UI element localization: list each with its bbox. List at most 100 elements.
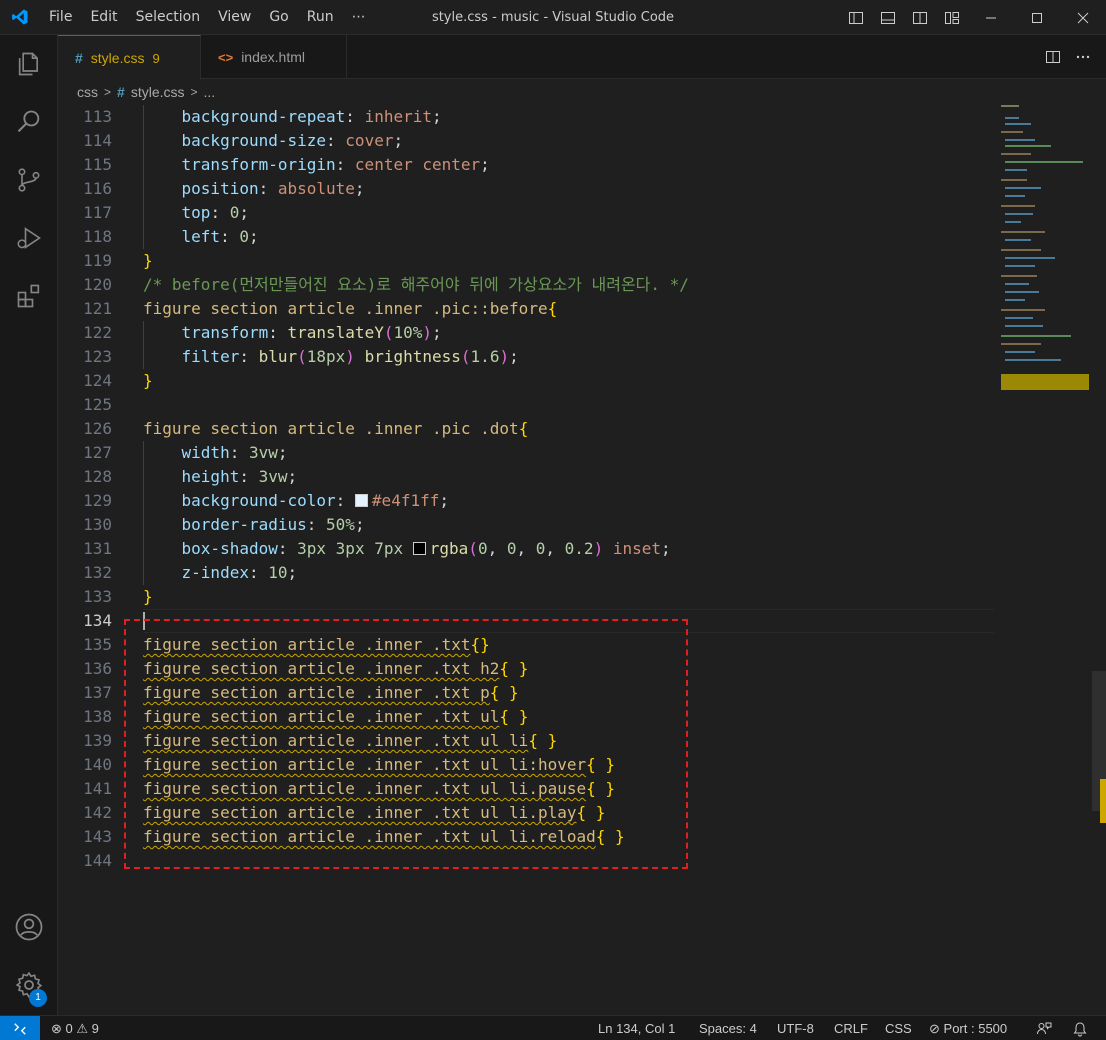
minimap-line (1001, 179, 1027, 181)
tab-index-html[interactable]: <> index.html (201, 35, 347, 79)
breadcrumb-folder[interactable]: css (77, 84, 98, 100)
maximize-icon[interactable] (1014, 0, 1060, 35)
settings-badge: 1 (29, 989, 47, 1007)
explorer-icon[interactable] (0, 39, 58, 89)
live-server-port[interactable]: ⊘ Port : 5500 (929, 1016, 1007, 1040)
minimap-line (1005, 145, 1051, 147)
line-number: 125 (83, 395, 112, 414)
color-swatch[interactable] (412, 542, 426, 555)
close-window-icon[interactable] (1060, 0, 1106, 35)
menu-file[interactable]: File (40, 0, 81, 35)
account-icon[interactable] (0, 902, 58, 952)
minimap-line (1005, 257, 1055, 259)
line-ending[interactable]: CRLF (834, 1016, 868, 1040)
no-entry-icon: ⊘ (929, 1021, 940, 1036)
run-debug-icon[interactable] (0, 213, 58, 263)
minimap-line (1005, 169, 1027, 171)
code-text: box-shadow: 3px 3px 7px rgba(0, 0, 0, 0.… (181, 539, 671, 558)
code-line: 130 border-radius: 50%; (58, 513, 994, 537)
code-text: figure section article .inner .pic .dot{ (143, 419, 529, 438)
code-text: transform-origin: center center; (181, 155, 490, 174)
encoding[interactable]: UTF-8 (777, 1016, 814, 1040)
customize-layout-icon[interactable] (936, 0, 968, 35)
status-bar: ⊗ 0 ⚠ 9 Ln 134, Col 1 Spaces: 4 UTF-8 CR… (0, 1015, 1106, 1040)
html-file-icon: <> (218, 49, 234, 65)
code-line: 117 top: 0; (58, 201, 994, 225)
code-line: 127 width: 3vw; (58, 441, 994, 465)
minimap-line (1001, 249, 1041, 251)
split-editor-icon[interactable] (1038, 35, 1068, 79)
code-text: top: 0; (181, 203, 249, 222)
notifications-bell-icon[interactable] (1072, 1020, 1088, 1037)
minimap-line (1005, 291, 1039, 293)
chevron-right-icon: > (190, 85, 198, 99)
code-text: figure section article .inner .pic::befo… (143, 299, 558, 318)
line-number: 140 (83, 755, 112, 774)
menu-go[interactable]: Go (260, 0, 297, 35)
breadcrumb-symbol[interactable]: ... (204, 84, 216, 100)
minimap-line (1005, 351, 1035, 353)
color-swatch[interactable] (354, 494, 368, 507)
line-number: 135 (83, 635, 112, 654)
tab-label: index.html (241, 49, 305, 65)
code-text: } (143, 371, 153, 390)
title-controls (840, 0, 1106, 35)
breadcrumb-file[interactable]: style.css (131, 84, 185, 100)
line-number: 126 (83, 419, 112, 438)
breadcrumb: css > # style.css > ... (58, 79, 1106, 105)
minimap[interactable] (1001, 105, 1093, 405)
minimap-line (1005, 325, 1043, 327)
line-number: 124 (83, 371, 112, 390)
code-line: 123 filter: blur(18px) brightness(1.6); (58, 345, 994, 369)
language-mode[interactable]: CSS (885, 1016, 912, 1040)
code-line: 126 figure section article .inner .pic .d… (58, 417, 994, 441)
menu-selection[interactable]: Selection (127, 0, 210, 35)
menu-run[interactable]: Run (298, 0, 343, 35)
error-count: 0 (65, 1021, 73, 1036)
code-line: 114 background-size: cover; (58, 129, 994, 153)
menu-view[interactable]: View (209, 0, 260, 35)
line-number: 141 (83, 779, 112, 798)
indentation[interactable]: Spaces: 4 (699, 1016, 757, 1040)
cursor-position[interactable]: Ln 134, Col 1 (598, 1016, 675, 1040)
line-number: 137 (83, 683, 112, 702)
code-text: z-index: 10; (181, 563, 298, 582)
settings-gear-icon[interactable]: 1 (0, 960, 58, 1010)
more-actions-icon[interactable] (1068, 35, 1098, 79)
css-file-icon: # (117, 84, 125, 100)
minimap-line (1001, 275, 1037, 277)
minimap-line (1005, 161, 1083, 163)
code-text: left: 0; (181, 227, 259, 246)
minimap-line (1005, 265, 1035, 267)
line-number: 113 (83, 107, 112, 126)
source-control-icon[interactable] (0, 155, 58, 205)
title-bar: File Edit Selection View Go Run ⋯ style.… (0, 0, 1106, 35)
line-number: 134 (83, 611, 112, 630)
line-number: 119 (83, 251, 112, 270)
tab-style-css[interactable]: # style.css 9 (58, 35, 201, 80)
menu-more[interactable]: ⋯ (343, 0, 375, 35)
minimap-line (1005, 123, 1031, 125)
remote-indicator-icon[interactable] (0, 1016, 40, 1040)
extensions-icon[interactable] (0, 271, 58, 321)
code-line: 132 z-index: 10; (58, 561, 994, 585)
minimize-icon[interactable] (968, 0, 1014, 35)
toggle-primary-sidebar-icon[interactable] (840, 0, 872, 35)
menu-edit[interactable]: Edit (81, 0, 126, 35)
code-text: } (143, 587, 153, 606)
code-line: 115 transform-origin: center center; (58, 153, 994, 177)
toggle-panel-icon[interactable] (872, 0, 904, 35)
line-number: 144 (83, 851, 112, 870)
search-icon[interactable] (0, 97, 58, 147)
code-text: background-color: #e4f1ff; (181, 491, 449, 510)
toggle-secondary-sidebar-icon[interactable] (904, 0, 936, 35)
annotation-highlight-box (124, 619, 688, 869)
code-text: filter: blur(18px) brightness(1.6); (181, 347, 519, 366)
minimap-line (1001, 309, 1045, 311)
code-line: 119} (58, 249, 994, 273)
feedback-icon[interactable] (1036, 1020, 1052, 1037)
problems-indicator[interactable]: ⊗ 0 ⚠ 9 (51, 1016, 99, 1040)
code-editor[interactable]: 113 background-repeat: inherit; 114 back… (58, 105, 1106, 1015)
code-line: 131 box-shadow: 3px 3px 7px rgba(0, 0, 0… (58, 537, 994, 561)
code-text: position: absolute; (181, 179, 365, 198)
